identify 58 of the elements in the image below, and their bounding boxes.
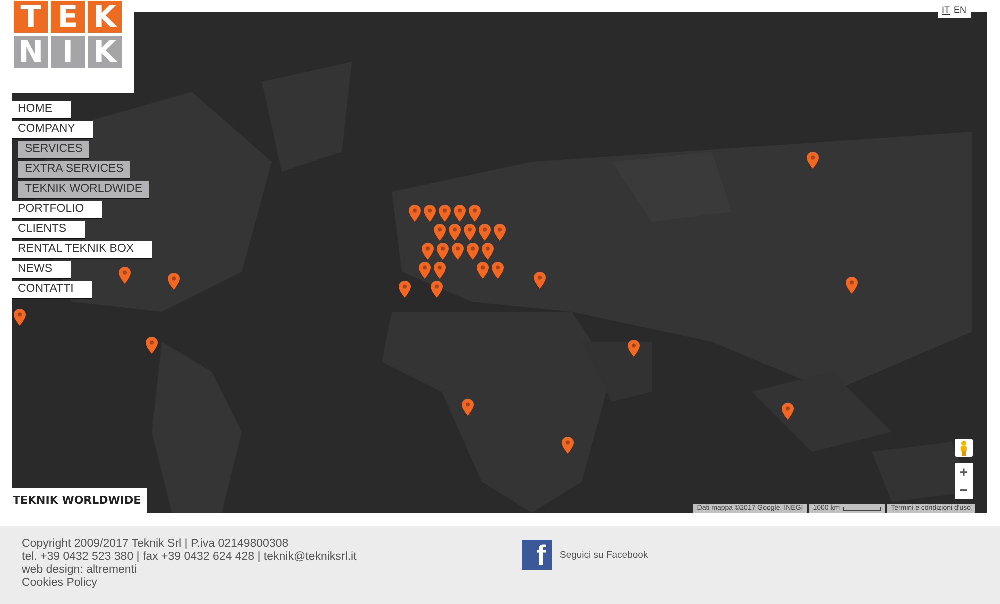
map-pin-icon[interactable] [454,205,466,222]
map-pin-icon[interactable] [431,281,443,298]
map-pin-icon[interactable] [146,337,158,354]
facebook-icon[interactable]: f [522,540,552,570]
menu-item[interactable]: PORTFOLIO [12,201,102,219]
facebook-link[interactable]: Seguici su Facebook [560,550,648,560]
map-pin-icon[interactable] [628,340,640,357]
map-pin-icon[interactable] [424,205,436,222]
map-pin-icon[interactable] [452,243,464,260]
logo-letter: N [14,36,48,68]
map-pin-icon[interactable] [437,243,449,260]
menu-item[interactable]: RENTAL TEKNIK BOX [12,241,152,259]
map-pin-icon[interactable] [399,281,411,298]
map-pin-icon[interactable] [439,205,451,222]
map-pin-icon[interactable] [469,205,481,222]
logo-letter: T [14,1,48,33]
menu-item[interactable]: CONTATTI [12,281,92,299]
map-pin-icon[interactable] [464,224,476,241]
language-link[interactable]: EN [954,0,967,18]
map-pin-icon[interactable] [782,403,794,420]
person-icon [960,440,968,456]
map-pin-icon[interactable] [434,224,446,241]
footer-text[interactable]: web design: altrementi [22,564,402,577]
map-pin-icon[interactable] [422,243,434,260]
footer-text: tel. +39 0432 523 380 | fax +39 0432 624 428 | teknik@tekniksrl.it [22,551,358,564]
map-pin-icon[interactable] [14,309,26,326]
map-pin-icon[interactable] [482,243,494,260]
map-pin-icon[interactable] [479,224,491,241]
map-pin-icon[interactable] [434,262,446,279]
map-pin-icon[interactable] [462,399,474,416]
footer-text: Copyright 2009/2017 Teknik Srl | P.iva 02149800308 [22,538,290,551]
language-link[interactable]: IT [942,0,950,18]
map-pin-icon[interactable] [534,272,546,289]
map-pin-icon[interactable] [168,273,180,290]
map-pin-icon[interactable] [562,437,574,454]
map-pin-icon[interactable] [419,262,431,279]
map-pin-icon[interactable] [409,205,421,222]
logo-letter: I [51,36,85,68]
map-pin-icon[interactable] [494,224,506,241]
menu-item[interactable]: CLIENTS [12,221,85,239]
map-pin-icon[interactable] [807,152,819,169]
logo-letter: E [51,1,85,33]
menu-item[interactable]: HOME [12,101,70,119]
map-pin-icon[interactable] [492,262,504,279]
pegman-button[interactable] [955,439,973,457]
logo-letter: K [88,36,122,68]
map-pin-icon[interactable] [467,243,479,260]
submenu-item[interactable]: SERVICES [18,141,89,159]
submenu-item[interactable]: TEKNIK WORLDWIDE [18,181,149,199]
submenu-item[interactable]: EXTRA SERVICES [18,161,130,179]
map-pin-icon[interactable] [449,224,461,241]
map-pin-icon[interactable] [477,262,489,279]
footer-text[interactable]: Cookies Policy [22,577,402,590]
map-pin-icon[interactable] [846,277,858,294]
menu-item[interactable]: NEWS [12,261,70,279]
logo-letter: K [88,1,122,33]
map-pin-icon[interactable] [119,267,131,284]
menu-item[interactable]: COMPANY [12,121,94,139]
